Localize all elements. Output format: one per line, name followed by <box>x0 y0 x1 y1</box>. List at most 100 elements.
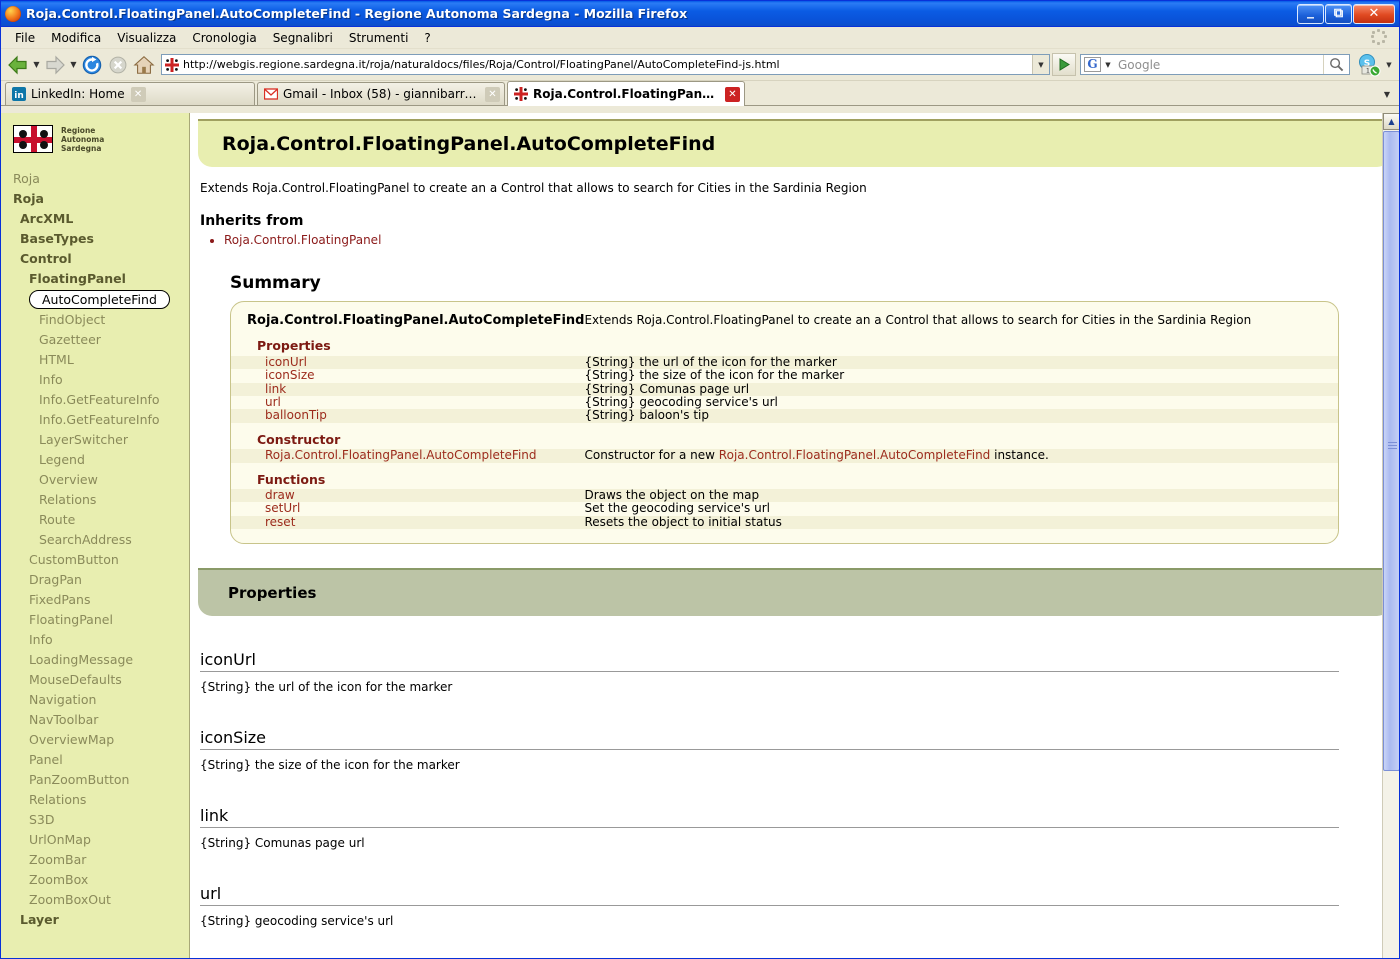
sidebar-item-panel[interactable]: Panel <box>1 750 189 770</box>
sidebar-item-overview[interactable]: Overview <box>1 470 189 490</box>
summary-row-name[interactable]: link <box>231 382 585 397</box>
sidebar-item-basetypes[interactable]: BaseTypes <box>1 229 189 249</box>
home-button[interactable] <box>131 52 157 78</box>
summary-row[interactable]: iconUrl {String} the url of the icon for … <box>231 355 1338 370</box>
minimize-button[interactable]: _ <box>1297 3 1324 24</box>
scrollbar-thumb[interactable] <box>1383 131 1399 771</box>
inherits-item[interactable]: Roja.Control.FloatingPanel <box>224 233 1399 247</box>
summary-row-name[interactable]: reset <box>231 515 585 530</box>
sidebar-item-zoombar[interactable]: ZoomBar <box>1 850 189 870</box>
skype-dropdown-icon[interactable]: ▼ <box>1383 61 1395 69</box>
sidebar-item-info[interactable]: Info <box>1 370 189 390</box>
sidebar-item-info-getfeatureinfo[interactable]: Info.GetFeatureInfo <box>1 390 189 410</box>
sidebar-item-roja[interactable]: Roja <box>1 189 189 209</box>
summary-row[interactable]: setUrl Set the geocoding service's url <box>231 502 1338 516</box>
sidebar-navigation[interactable]: Regione Autonoma Sardegna Roja Roja ArcXML… <box>1 113 190 958</box>
sidebar-item-route[interactable]: Route <box>1 510 189 530</box>
sidebar-item-roja[interactable]: Roja <box>1 169 189 189</box>
close-button[interactable]: ✕ <box>1353 3 1395 24</box>
sidebar-item-fixedpans[interactable]: FixedPans <box>1 590 189 610</box>
sidebar-item-mousedefaults[interactable]: MouseDefaults <box>1 670 189 690</box>
sidebar-item-overviewmap[interactable]: OverviewMap <box>1 730 189 750</box>
vertical-scrollbar[interactable]: ▲ <box>1382 113 1399 958</box>
search-submit-button[interactable] <box>1323 55 1349 74</box>
restore-icon: ⧉ <box>1333 5 1344 21</box>
sidebar-item-zoomboxout[interactable]: ZoomBoxOut <box>1 890 189 910</box>
scroll-up-button[interactable]: ▲ <box>1383 113 1399 130</box>
logo-line-2: Autonoma <box>61 134 105 144</box>
menu-modifica[interactable]: Modifica <box>43 29 109 47</box>
summary-row[interactable]: draw Draws the object on the map <box>231 488 1338 503</box>
menu-segnalibri[interactable]: Segnalibri <box>265 29 341 47</box>
summary-row[interactable]: reset Resets the object to initial status <box>231 515 1338 530</box>
tab-list-dropdown-icon[interactable]: ▼ <box>1379 86 1395 102</box>
search-engine-dropdown-icon[interactable]: ▼ <box>1102 61 1114 69</box>
menu-strumenti[interactable]: Strumenti <box>341 29 417 47</box>
sidebar-item-custombutton[interactable]: CustomButton <box>1 550 189 570</box>
tab-bar: in LinkedIn: Home ✕ Gmail - Inbox (58) -… <box>1 81 1399 106</box>
sidebar-item-layer[interactable]: Layer <box>1 910 189 930</box>
sidebar-item-s3d[interactable]: S3D <box>1 810 189 830</box>
address-bar[interactable]: http://webgis.regione.sardegna.it/roja/n… <box>161 54 1050 75</box>
back-history-dropdown[interactable]: ▼ <box>31 52 42 78</box>
sidebar-item-dragpan[interactable]: DragPan <box>1 570 189 590</box>
search-input[interactable]: Google <box>1114 58 1323 72</box>
sidebar-item-searchaddress[interactable]: SearchAddress <box>1 530 189 550</box>
restore-button[interactable]: ⧉ <box>1325 3 1352 24</box>
sidebar-item-info[interactable]: Info <box>1 630 189 650</box>
summary-row-name[interactable]: draw <box>231 488 585 503</box>
url-dropdown-icon[interactable]: ▼ <box>1032 55 1049 74</box>
menu-visualizza[interactable]: Visualizza <box>109 29 184 47</box>
menu-file[interactable]: File <box>7 29 43 47</box>
go-button[interactable] <box>1052 53 1076 76</box>
skype-icon[interactable]: S 123 <box>1355 52 1383 78</box>
sidebar-item-layerswitcher[interactable]: LayerSwitcher <box>1 430 189 450</box>
sidebar-item-legend[interactable]: Legend <box>1 450 189 470</box>
sidebar-item-findobject[interactable]: FindObject <box>1 310 189 330</box>
menu-help[interactable]: ? <box>416 29 438 47</box>
sidebar-item-autocompletefind[interactable]: AutoCompleteFind <box>29 290 170 309</box>
sidebar-item-navigation[interactable]: Navigation <box>1 690 189 710</box>
tab-close-icon[interactable]: ✕ <box>130 86 146 102</box>
sidebar-item-gazetteer[interactable]: Gazetteer <box>1 330 189 350</box>
summary-row[interactable]: balloonTip {String} baloon's tip <box>231 409 1338 423</box>
tab-roja-autocompletefind[interactable]: Roja.Control.FloatingPanel.AutoC... ✕ <box>507 81 745 106</box>
summary-row-name[interactable]: iconSize <box>231 368 585 383</box>
summary-row-name[interactable]: balloonTip <box>231 409 585 423</box>
sidebar-item-arcxml[interactable]: ArcXML <box>1 209 189 229</box>
sidebar-item-navtoolbar[interactable]: NavToolbar <box>1 710 189 730</box>
forward-history-dropdown[interactable]: ▼ <box>68 52 79 78</box>
sidebar-item-control[interactable]: Control <box>1 249 189 269</box>
summary-row[interactable]: Roja.Control.FloatingPanel.AutoCompleteF… <box>231 448 1338 463</box>
summary-row-desc: {String} the size of the icon for the ma… <box>584 368 1338 383</box>
tab-linkedin[interactable]: in LinkedIn: Home ✕ <box>5 82 255 105</box>
sidebar-item-floatingpanel[interactable]: FloatingPanel <box>1 610 189 630</box>
sidebar-item-panzoombutton[interactable]: PanZoomButton <box>1 770 189 790</box>
sidebar-item-relations[interactable]: Relations <box>1 790 189 810</box>
summary-row[interactable]: iconSize {String} the size of the icon fo… <box>231 368 1338 383</box>
summary-row-desc-link[interactable]: Roja.Control.FloatingPanel.AutoCompleteF… <box>719 448 991 462</box>
sidebar-item-relations[interactable]: Relations <box>1 490 189 510</box>
menu-cronologia[interactable]: Cronologia <box>184 29 264 47</box>
summary-row[interactable]: url {String} geocoding service's url <box>231 395 1338 410</box>
sidebar-item-loadingmessage[interactable]: LoadingMessage <box>1 650 189 670</box>
google-engine-icon[interactable]: G <box>1084 57 1101 72</box>
tab-gmail[interactable]: Gmail - Inbox (58) - giannibarrotta@g...… <box>257 82 505 105</box>
reload-button[interactable] <box>79 52 105 78</box>
tab-close-icon[interactable]: ✕ <box>485 86 500 102</box>
site-logo[interactable]: Regione Autonoma Sardegna <box>1 123 189 153</box>
search-bar[interactable]: G ▼ Google <box>1080 54 1350 75</box>
sidebar-item-zoombox[interactable]: ZoomBox <box>1 870 189 890</box>
summary-row[interactable]: link {String} Comunas page url <box>231 382 1338 397</box>
summary-row-name[interactable]: url <box>231 395 585 410</box>
summary-row-name[interactable]: setUrl <box>231 502 585 516</box>
tab-close-icon[interactable]: ✕ <box>725 86 740 102</box>
summary-row-name[interactable]: iconUrl <box>231 355 585 370</box>
summary-row-name[interactable]: Roja.Control.FloatingPanel.AutoCompleteF… <box>231 448 585 463</box>
sidebar-item-info-getfeatureinfo[interactable]: Info.GetFeatureInfo <box>1 410 189 430</box>
sidebar-item-urlonmap[interactable]: UrlOnMap <box>1 830 189 850</box>
back-button[interactable] <box>5 52 31 78</box>
sidebar-item-html[interactable]: HTML <box>1 350 189 370</box>
logo-line-1: Regione <box>61 125 96 135</box>
sidebar-item-floatingpanel[interactable]: FloatingPanel <box>1 269 189 289</box>
